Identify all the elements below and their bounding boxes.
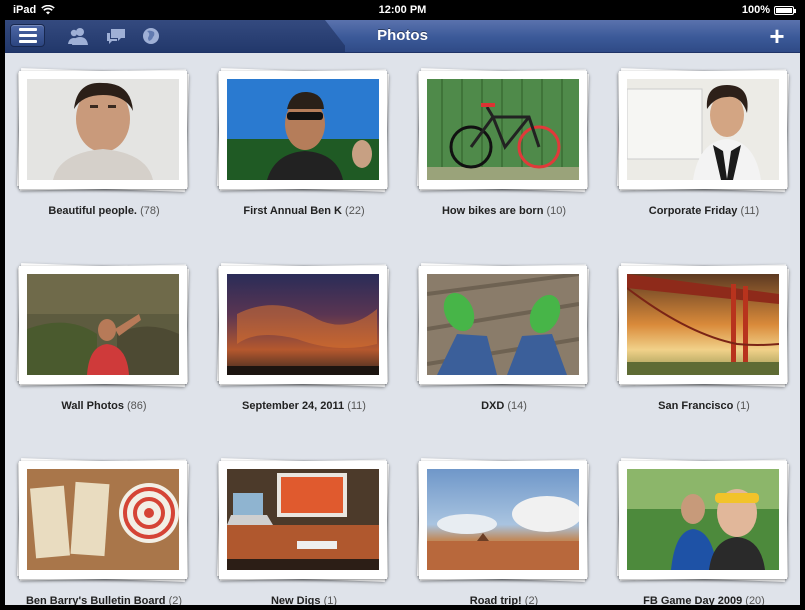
album-caption: Beautiful people. (78) [9, 205, 199, 217]
album-tile[interactable]: First Annual Ben K (22) [216, 68, 390, 241]
album-count: (86) [127, 400, 147, 412]
album-tile[interactable]: September 24, 2011 (11) [216, 263, 390, 436]
album-tile[interactable]: Corporate Friday (11) [616, 68, 790, 241]
album-caption: Corporate Friday (11) [609, 205, 799, 217]
battery-icon [774, 5, 796, 15]
album-caption: Wall Photos (86) [9, 400, 199, 412]
album-count: (14) [507, 400, 527, 412]
album-tile[interactable]: FB Game Day 2009 (20) [616, 458, 790, 605]
album-cover-photo [27, 79, 179, 180]
album-tile[interactable]: How bikes are born (10) [416, 68, 590, 241]
add-button[interactable]: + [766, 23, 788, 49]
album-name: Beautiful people. [48, 205, 137, 217]
album-name: How bikes are born [441, 205, 544, 217]
screen: iPad 12:00 PM 100% Photos + Beautiful pe… [5, 0, 800, 605]
album-cover-photo [627, 274, 779, 375]
album-name: Wall Photos [61, 400, 124, 412]
nav-bar: Photos + [5, 20, 800, 53]
album-count: (2) [524, 595, 539, 605]
album-tile[interactable]: San Francisco (1) [616, 263, 790, 436]
album-cover-photo [627, 469, 779, 570]
album-count: (78) [140, 205, 160, 217]
album-name: FB Game Day 2009 [643, 595, 743, 605]
album-count: (2) [168, 595, 183, 605]
album-cover-photo [227, 79, 379, 180]
album-caption: September 24, 2011 (11) [209, 400, 399, 412]
album-cover-photo [427, 274, 579, 375]
album-name: First Annual Ben K [243, 205, 342, 217]
clock: 12:00 PM [378, 4, 427, 16]
album-name: San Francisco [658, 400, 734, 412]
album-caption: Road trip! (2) [409, 595, 599, 605]
album-count: (20) [745, 595, 765, 605]
status-bar: iPad 12:00 PM 100% [5, 0, 800, 20]
album-count: (11) [347, 400, 366, 412]
album-count: (1) [323, 595, 338, 605]
album-cover-photo [27, 469, 179, 570]
album-cover-photo [427, 79, 579, 180]
album-count: (1) [736, 400, 750, 412]
album-name: Corporate Friday [648, 205, 738, 217]
album-name: DXD [481, 400, 505, 412]
album-tile[interactable]: New Digs (1) [216, 458, 390, 605]
album-count: (22) [345, 205, 365, 217]
album-caption: New Digs (1) [209, 595, 399, 605]
album-count: (10) [546, 205, 567, 217]
album-name: Road trip! [469, 595, 522, 605]
album-tile[interactable]: Beautiful people. (78) [16, 68, 190, 241]
page-title: Photos [377, 27, 428, 44]
album-caption: FB Game Day 2009 (20) [609, 595, 799, 605]
album-tile[interactable]: Ben Barry's Bulletin Board (2) [16, 458, 190, 605]
album-caption: Ben Barry's Bulletin Board (2) [9, 595, 199, 605]
album-tile[interactable]: Road trip! (2) [416, 458, 590, 605]
album-count: (11) [740, 205, 760, 217]
album-cover-photo [427, 469, 579, 570]
album-name: September 24, 2011 [242, 400, 345, 412]
album-cover-photo [227, 469, 379, 570]
battery-percent: 100% [741, 4, 770, 16]
album-caption: How bikes are born (10) [409, 205, 599, 217]
album-tile[interactable]: DXD (14) [416, 263, 590, 436]
album-name: Ben Barry's Bulletin Board [25, 595, 166, 605]
album-cover-photo [27, 274, 179, 375]
album-caption: San Francisco (1) [609, 400, 799, 412]
album-cover-photo [627, 79, 779, 180]
album-caption: DXD (14) [409, 400, 599, 412]
album-name: New Digs [270, 595, 321, 605]
album-tile[interactable]: Wall Photos (86) [16, 263, 190, 436]
album-caption: First Annual Ben K (22) [209, 205, 399, 217]
album-cover-photo [227, 274, 379, 375]
